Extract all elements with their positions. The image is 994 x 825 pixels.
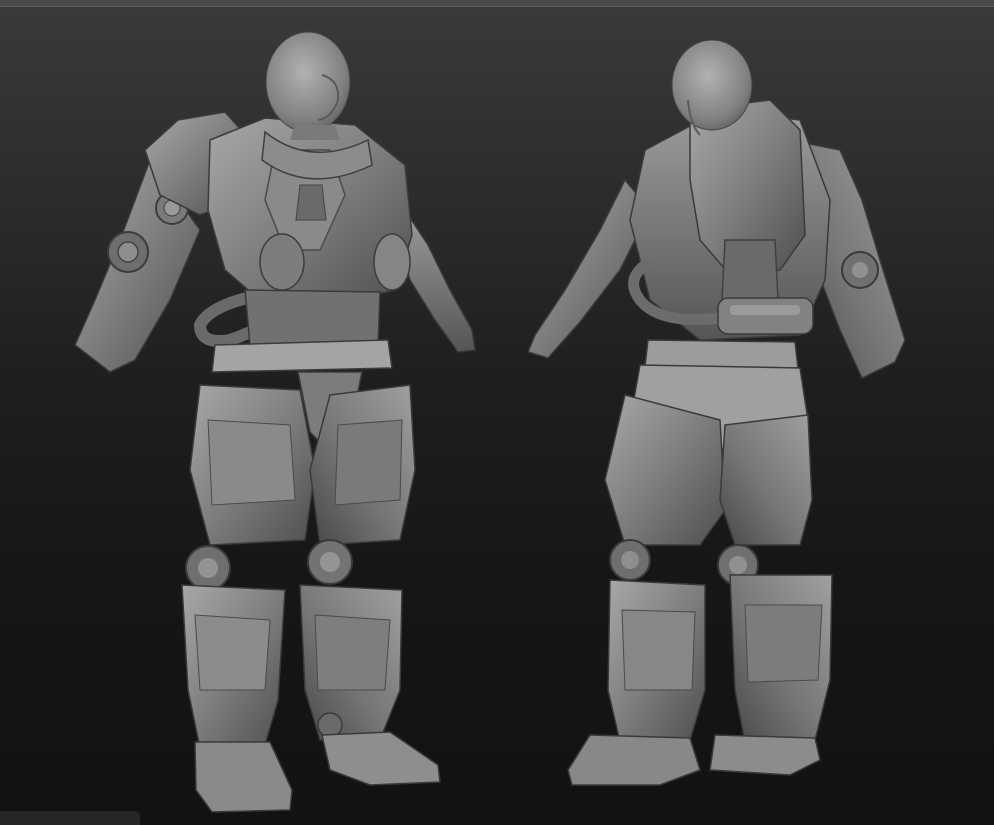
viewport-corner-tab (0, 811, 140, 825)
back-right-thigh (719, 414, 813, 546)
front-left-boot (321, 731, 441, 786)
front-belt (211, 339, 393, 373)
back-belt (644, 339, 799, 369)
sculpt-render (74, 31, 906, 813)
back-left-arm (526, 178, 651, 359)
3d-viewport[interactable] (0, 0, 994, 825)
back-right-boot (709, 734, 821, 776)
front-chest-canister-left (259, 233, 305, 291)
back-canister (717, 297, 814, 335)
front-abdomen (244, 289, 381, 346)
front-view-figure (74, 31, 476, 813)
front-chest-canister-right (373, 233, 411, 291)
front-head (265, 31, 351, 133)
front-right-boot (194, 741, 293, 813)
back-view-figure (526, 39, 906, 786)
back-head (671, 39, 753, 131)
back-left-thigh (604, 394, 726, 546)
back-left-boot (567, 734, 701, 786)
